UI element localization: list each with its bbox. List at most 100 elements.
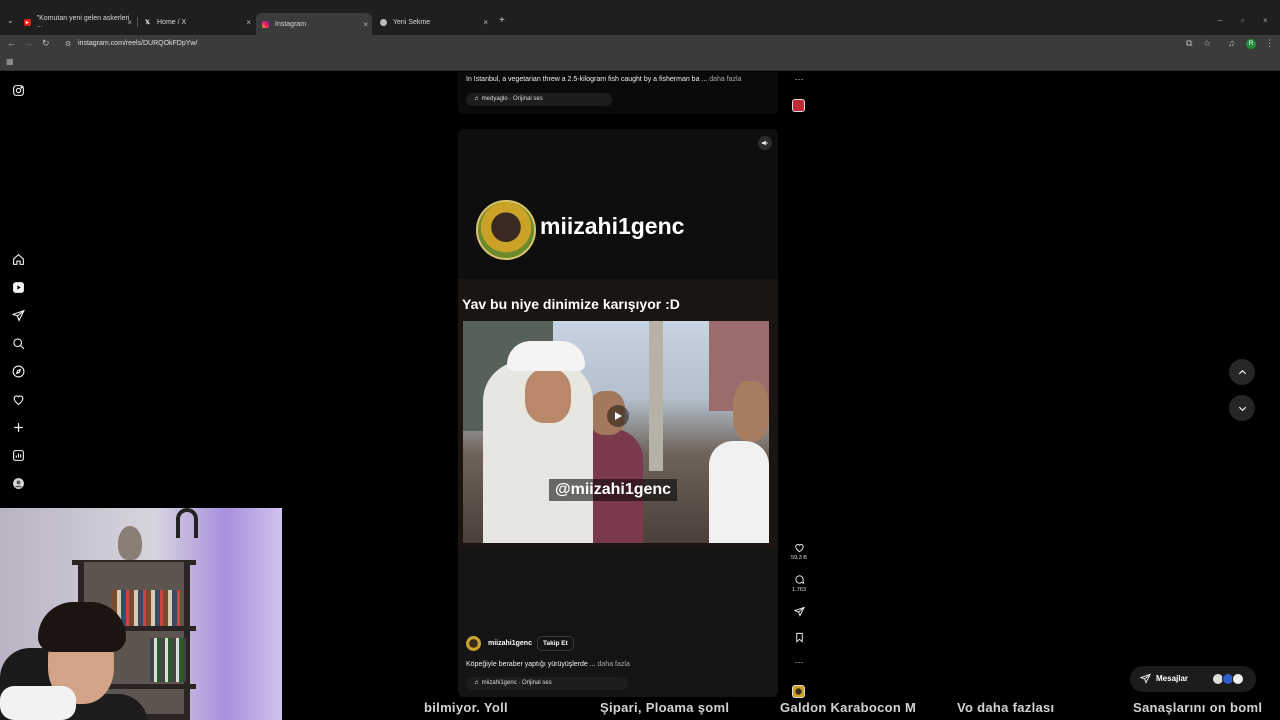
reels-icon[interactable] xyxy=(10,279,26,295)
caption-text: Köpeğiyle beraber yaptığı yürüyüşlerde .… xyxy=(466,661,596,668)
plush-toy xyxy=(118,526,142,560)
back-icon[interactable]: ← xyxy=(7,38,16,48)
chevron-down-icon xyxy=(1238,406,1246,411)
minimize-icon[interactable]: – xyxy=(1218,16,1222,25)
messages-button[interactable]: Mesajlar xyxy=(1130,666,1256,692)
channel-overlay-name: miizahi1genc xyxy=(540,213,685,239)
microphone xyxy=(0,686,76,720)
profile-avatar[interactable]: R xyxy=(1246,39,1256,49)
previous-reel-button[interactable] xyxy=(1229,359,1255,385)
close-window-icon[interactable]: × xyxy=(1263,16,1268,25)
comment-button[interactable]: 1.763 xyxy=(790,574,808,593)
subtitle-text: Şipari, Ploama şoml xyxy=(600,700,730,715)
menu-kebab-icon[interactable]: ⋮ xyxy=(1265,38,1274,49)
speaker-icon xyxy=(761,140,768,146)
previous-more-options-icon[interactable]: ··· xyxy=(790,74,808,84)
play-button[interactable] xyxy=(607,405,629,427)
reload-icon[interactable]: ↻ xyxy=(42,38,50,49)
more-options-icon[interactable]: ··· xyxy=(790,657,808,667)
restore-icon[interactable]: ▫ xyxy=(1241,16,1244,25)
video-watermark: @miizahi1genc xyxy=(549,479,678,501)
explore-compass-icon[interactable] xyxy=(10,363,26,379)
background-pole xyxy=(649,321,663,471)
bookmark-star-icon[interactable]: ☆ xyxy=(1203,38,1211,49)
comment-count: 1.763 xyxy=(792,587,806,593)
user-avatar[interactable] xyxy=(466,636,481,651)
close-icon[interactable]: × xyxy=(363,20,368,29)
search-icon[interactable] xyxy=(10,335,26,351)
site-info-icon[interactable]: ⚙ xyxy=(65,40,71,48)
apps-grid-icon[interactable]: ▦ xyxy=(6,57,14,66)
tab-new-tab[interactable]: Yeni Sekme × xyxy=(380,14,488,30)
send-icon xyxy=(1140,673,1151,684)
bookmarks-bar: ▦ xyxy=(0,53,1280,71)
subtitle-text: Sanaşlarını on boml xyxy=(1133,700,1263,715)
browser-tab-bar: ⌄ ▸ "Komutan yeni gelen askerleri ... × … xyxy=(0,0,1280,35)
close-icon[interactable]: × xyxy=(483,18,488,27)
volume-button[interactable] xyxy=(758,136,772,150)
heart-icon xyxy=(794,544,804,553)
send-icon xyxy=(793,606,805,617)
subtitle-text: Vo daha fazlası xyxy=(957,700,1055,715)
streamer-hair xyxy=(38,602,126,652)
like-button[interactable]: 59,3 B xyxy=(790,542,808,561)
save-button[interactable] xyxy=(790,632,808,643)
tab-separator xyxy=(137,17,138,27)
x-logo-icon: 𝕏 xyxy=(145,19,150,26)
instagram-logo-icon[interactable] xyxy=(10,82,26,98)
audio-thumbnail[interactable] xyxy=(792,685,805,698)
username[interactable]: miizahi1genc xyxy=(488,640,532,647)
tab-title: Instagram xyxy=(275,20,307,28)
media-controls-icon[interactable]: ♫ xyxy=(1228,38,1235,48)
music-note-icon: ♬ xyxy=(474,96,482,102)
reel-headline: Yav bu niye dinimize karışıyor :D xyxy=(462,296,680,312)
person-figure xyxy=(709,441,769,543)
messages-label: Mesajlar xyxy=(1156,674,1189,683)
send-icon[interactable] xyxy=(10,307,26,323)
current-reel[interactable]: miizahi1genc Yav bu niye dinimize karışı… xyxy=(458,129,778,697)
more-link[interactable]: daha fazla xyxy=(709,76,741,83)
url-text[interactable]: instagram.com/reels/DURQOkFDpYw/ xyxy=(78,40,197,47)
headset xyxy=(176,508,198,538)
reel-caption: Köpeğiyle beraber yaptığı yürüyüşlerde .… xyxy=(466,661,630,668)
forward-icon[interactable]: → xyxy=(24,38,33,48)
tab-title: Yeni Sekme xyxy=(393,18,431,26)
home-icon[interactable] xyxy=(10,251,26,267)
person-face xyxy=(525,369,571,423)
music-note-icon: ♬ xyxy=(474,680,482,686)
tab-instagram[interactable]: Instagram × xyxy=(256,13,372,35)
subtitle-text: Galdon Karabocon M xyxy=(780,700,917,715)
instagram-icon xyxy=(262,20,269,28)
person-face xyxy=(733,381,769,441)
books xyxy=(150,638,186,682)
browser-toolbar: ← → ↻ ⚙ instagram.com/reels/DURQOkFDpYw/… xyxy=(0,35,1280,53)
tab-search-chevron-icon[interactable]: ⌄ xyxy=(7,16,14,25)
more-link[interactable]: daha fazla xyxy=(598,661,630,668)
profile-avatar-icon[interactable] xyxy=(10,475,26,491)
comment-icon xyxy=(794,575,804,584)
tab-x[interactable]: 𝕏 Home / X × xyxy=(144,14,251,30)
reel-video-frame[interactable]: @miizahi1genc xyxy=(463,321,769,543)
webcam-overlay xyxy=(0,508,282,720)
audio-pill[interactable]: ♬ miizahi1genc · Orijinal ses xyxy=(466,677,628,690)
follow-button[interactable]: Takip Et xyxy=(537,636,574,651)
previous-reel[interactable]: In Istanbul, a vegetarian threw a 2.5-ki… xyxy=(458,72,778,114)
message-avatar xyxy=(1232,673,1244,685)
new-tab-icon[interactable]: + xyxy=(499,15,505,26)
create-plus-icon[interactable] xyxy=(10,419,26,435)
youtube-icon: ▸ xyxy=(24,18,31,26)
audio-pill[interactable]: ♬ medyaglo · Orijinal ses xyxy=(466,93,612,106)
notifications-heart-icon[interactable] xyxy=(10,391,26,407)
audio-label: medyaglo · Orijinal ses xyxy=(481,96,543,102)
play-icon xyxy=(615,412,622,420)
previous-audio-thumbnail[interactable] xyxy=(792,99,805,112)
tab-youtube[interactable]: ▸ "Komutan yeni gelen askerleri ... × xyxy=(24,14,132,30)
dashboard-icon[interactable] xyxy=(10,447,26,463)
close-icon[interactable]: × xyxy=(246,18,251,27)
address-bar[interactable]: ⚙ instagram.com/reels/DURQOkFDpYw/ xyxy=(58,37,1222,52)
caption-text: In Istanbul, a vegetarian threw a 2.5-ki… xyxy=(466,76,708,83)
close-icon[interactable]: × xyxy=(127,18,132,27)
install-app-icon[interactable]: ⧉ xyxy=(1186,38,1192,49)
share-button[interactable] xyxy=(790,606,808,617)
next-reel-button[interactable] xyxy=(1229,395,1255,421)
